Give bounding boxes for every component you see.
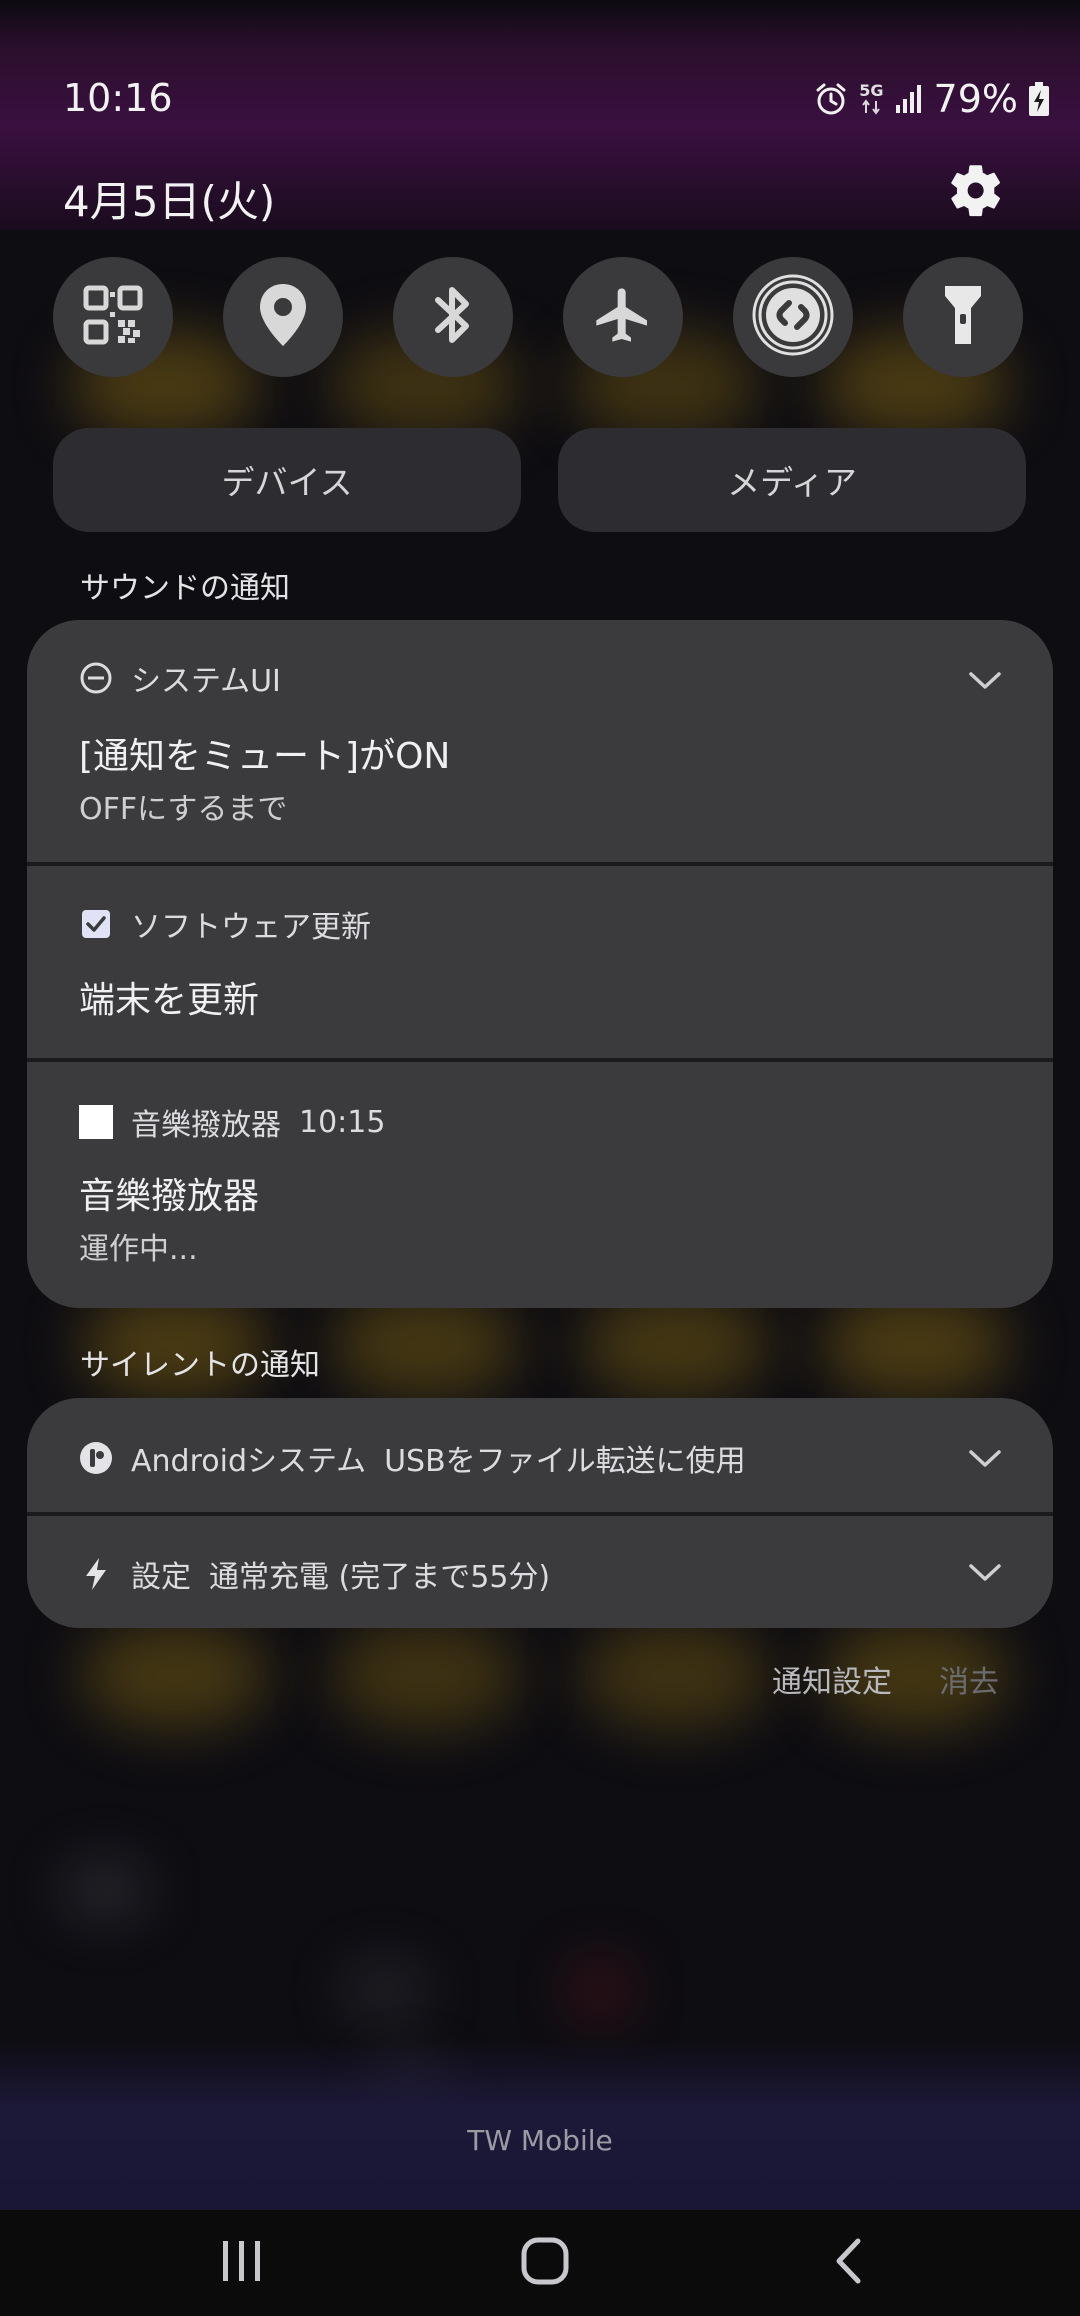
network-type-label: 5G: [859, 81, 884, 100]
notification-time: 10:15: [299, 1104, 386, 1140]
carrier-label: TW Mobile: [467, 2124, 613, 2157]
notification-music-player[interactable]: 音樂撥放器 10:15 音樂撥放器 運作中...: [27, 1062, 1053, 1308]
do-not-disturb-icon: [79, 661, 113, 695]
notification-title: [通知をミュート]がON: [79, 736, 451, 777]
notification-app-name: ソフトウェア更新: [131, 910, 371, 945]
back-icon: [833, 2237, 863, 2289]
airplane-icon: [591, 283, 655, 351]
notification-android-system[interactable]: Androidシステム USBをファイル転送に使用: [27, 1398, 1053, 1512]
signal-icon: [894, 83, 924, 115]
sound-notifications-heading: サウンドの通知: [80, 571, 290, 606]
android-system-icon: [79, 1441, 113, 1475]
media-output-label: メディア: [727, 463, 857, 502]
wallpaper-blob: [580, 1620, 770, 1730]
notification-text: USBをファイル転送に使用: [384, 1444, 746, 1479]
wallpaper-blob: [330, 1620, 520, 1730]
flashlight-icon: [941, 282, 985, 352]
quick-settings-row: [53, 257, 1025, 377]
notification-system-ui[interactable]: システムUI [通知をミュート]がON OFFにするまで: [27, 620, 1053, 862]
wallpaper-blob: [60, 1860, 150, 1920]
status-time: 10:16: [63, 76, 173, 120]
shazam-icon: [751, 273, 835, 361]
wallpaper-blob: [570, 1960, 630, 2020]
silent-notifications-card: Androidシステム USBをファイル転送に使用 設定 通常充電 (完了まで5…: [27, 1398, 1053, 1628]
clear-button[interactable]: 消去: [939, 1657, 999, 1701]
recents-button[interactable]: [187, 2230, 297, 2296]
notification-header: Androidシステム USBをファイル転送に使用: [79, 1436, 746, 1480]
qs-tile-shazam[interactable]: [733, 257, 853, 377]
battery-percent: 79%: [933, 77, 1018, 121]
notification-header: システムUI: [79, 656, 281, 700]
device-control-label: デバイス: [221, 463, 353, 502]
notification-app-name: 音樂撥放器: [131, 1108, 281, 1143]
wallpaper-blob: [80, 1620, 270, 1730]
checkbox-icon: [79, 907, 113, 941]
wallpaper-blob: [340, 1960, 430, 2020]
recents-icon: [219, 2239, 265, 2287]
notification-app-name: 設定: [131, 1560, 191, 1595]
back-button[interactable]: [793, 2230, 903, 2296]
lightning-icon: [79, 1557, 113, 1591]
bluetooth-icon: [428, 282, 478, 352]
blank-app-icon: [79, 1105, 113, 1139]
notification-title: 端末を更新: [79, 980, 260, 1021]
date-label: 4月5日(火): [63, 177, 276, 226]
notification-text: 通常充電 (完了まで55分): [209, 1560, 551, 1595]
qs-tile-airplane-mode[interactable]: [563, 257, 683, 377]
qs-tile-qr-scanner[interactable]: [53, 257, 173, 377]
chevron-down-icon[interactable]: [967, 1562, 1003, 1584]
qs-tile-flashlight[interactable]: [903, 257, 1023, 377]
notification-app-name: システムUI: [131, 664, 281, 699]
notification-title: 音樂撥放器: [79, 1176, 260, 1217]
home-icon: [521, 2237, 569, 2289]
location-pin-icon: [255, 282, 311, 352]
device-control-button[interactable]: デバイス: [53, 428, 521, 532]
status-icons: 5G 79%: [813, 74, 1050, 124]
chevron-down-icon[interactable]: [967, 1448, 1003, 1470]
notification-settings-charging[interactable]: 設定 通常充電 (完了まで55分): [27, 1516, 1053, 1628]
silent-notifications-heading: サイレントの通知: [80, 1348, 320, 1383]
sound-notifications-card: システムUI [通知をミュート]がON OFFにするまで ソフトウェア更新 端末…: [27, 620, 1053, 1308]
5g-data-icon: 5G: [859, 81, 884, 115]
alarm-icon: [813, 81, 849, 117]
notification-subtitle: 運作中...: [79, 1232, 198, 1267]
qr-code-icon: [82, 284, 144, 350]
qs-tile-bluetooth[interactable]: [393, 257, 513, 377]
navigation-bar: [0, 2210, 1080, 2316]
notification-header: 音樂撥放器 10:15: [79, 1100, 385, 1144]
battery-charging-icon: [1028, 81, 1050, 117]
notification-software-update[interactable]: ソフトウェア更新 端末を更新: [27, 866, 1053, 1058]
media-output-button[interactable]: メディア: [558, 428, 1026, 532]
chevron-down-icon[interactable]: [967, 670, 1003, 692]
home-button[interactable]: [490, 2230, 600, 2296]
notification-subtitle: OFFにするまで: [79, 792, 288, 827]
notification-app-name: Androidシステム: [131, 1444, 367, 1479]
notification-settings-button[interactable]: 通知設定: [772, 1657, 892, 1701]
qs-tile-location[interactable]: [223, 257, 343, 377]
notification-header: 設定 通常充電 (完了まで55分): [79, 1552, 550, 1596]
gear-icon[interactable]: [947, 163, 1002, 218]
notification-header: ソフトウェア更新: [79, 902, 371, 946]
